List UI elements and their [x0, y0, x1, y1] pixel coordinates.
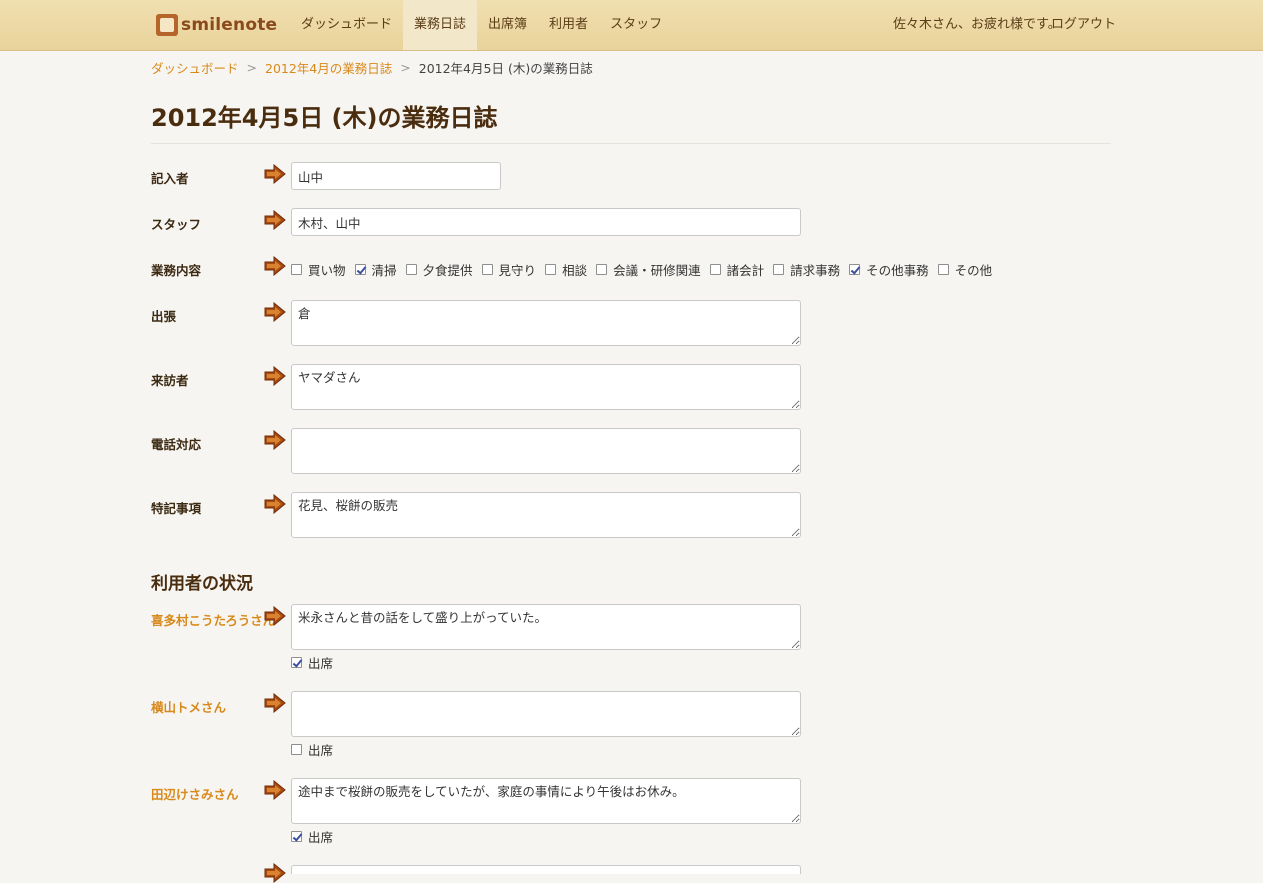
- visitor-textarea[interactable]: ヤマダさん: [291, 364, 801, 410]
- checkbox[interactable]: [291, 657, 302, 668]
- arrow-right-icon: [264, 302, 286, 322]
- task-checkbox[interactable]: 夕食提供: [405, 260, 473, 279]
- task-checkbox[interactable]: 見守り: [481, 260, 537, 279]
- arrow-right-icon: [264, 366, 286, 386]
- top-navbar: smilenote ダッシュボード 業務日誌 出席簿 利用者 スタッフ 佐々木さ…: [0, 0, 1263, 51]
- user-name: 田辺けさみさん: [151, 787, 239, 802]
- visitor-label: 来訪者: [151, 373, 189, 388]
- trip-label: 出張: [151, 309, 177, 324]
- author-label: 記入者: [151, 171, 189, 186]
- arrow-right-icon: [264, 494, 286, 514]
- task-checkbox-label: その他事務: [866, 263, 929, 278]
- breadcrumb: ダッシュボード > 2012年4月の業務日誌 > 2012年4月5日 (木)の業…: [151, 58, 593, 77]
- attendance-label: 出席: [308, 743, 334, 758]
- task-checkbox[interactable]: 諸会計: [709, 260, 765, 279]
- logout-link[interactable]: ログアウト: [1051, 0, 1116, 50]
- attendance-checkbox[interactable]: 出席: [291, 827, 333, 846]
- notes-label: 特記事項: [151, 501, 202, 516]
- main-nav: ダッシュボード 業務日誌 出席簿 利用者 スタッフ: [290, 0, 673, 50]
- breadcrumb-dashboard[interactable]: ダッシュボード: [151, 58, 239, 77]
- checkbox[interactable]: [596, 264, 608, 275]
- breadcrumb-month[interactable]: 2012年4月の業務日誌: [265, 58, 392, 77]
- task-checkbox[interactable]: 相談: [545, 260, 587, 279]
- attendance-label: 出席: [308, 656, 334, 671]
- task-checkbox[interactable]: 請求事務: [773, 260, 840, 279]
- trip-textarea[interactable]: 倉: [291, 300, 801, 346]
- user-greeting: 佐々木さん、お疲れ様です。: [893, 17, 1061, 32]
- user-name: 横山トメさん: [151, 700, 227, 715]
- arrow-right-icon: [264, 863, 286, 883]
- user-name: 喜多村こうたろうさん: [151, 613, 276, 628]
- checkbox[interactable]: [354, 264, 366, 275]
- task-checkbox-label: 会議・研修関連: [613, 263, 701, 278]
- tasks-label: 業務内容: [151, 263, 202, 278]
- breadcrumb-separator: >: [246, 60, 257, 75]
- user-note-textarea[interactable]: [291, 691, 801, 737]
- task-checkbox-label: 見守り: [498, 263, 537, 278]
- attendance-label: 出席: [308, 830, 334, 845]
- arrow-right-icon: [264, 693, 286, 713]
- task-checkbox[interactable]: 買い物: [291, 260, 346, 279]
- phone-label: 電話対応: [151, 437, 202, 452]
- user-note-textarea-partial[interactable]: [291, 865, 801, 874]
- arrow-right-icon: [264, 164, 286, 184]
- breadcrumb-current: 2012年4月5日 (木)の業務日誌: [418, 61, 593, 76]
- task-checkbox-label: 清掃: [371, 263, 397, 278]
- notes-textarea[interactable]: 花見、桜餅の販売: [291, 492, 801, 538]
- checkbox[interactable]: [291, 831, 302, 842]
- author-input[interactable]: [291, 162, 501, 190]
- user-note-textarea[interactable]: 米永さんと昔の話をして盛り上がっていた。: [291, 604, 801, 650]
- user-note-textarea[interactable]: 途中まで桜餅の販売をしていたが、家庭の事情により午後はお休み。: [291, 778, 801, 824]
- checkbox[interactable]: [481, 264, 493, 275]
- checkbox[interactable]: [291, 264, 302, 275]
- nav-users[interactable]: 利用者: [538, 0, 599, 50]
- nav-work-log[interactable]: 業務日誌: [403, 0, 478, 50]
- task-checkbox-label: 相談: [562, 263, 588, 278]
- checkbox[interactable]: [405, 264, 417, 275]
- staff-input[interactable]: [291, 208, 801, 236]
- page-title: 2012年4月5日 (木)の業務日誌: [151, 104, 498, 132]
- checkbox[interactable]: [545, 264, 557, 275]
- logo-text: smilenote: [181, 15, 278, 35]
- arrow-right-icon: [264, 256, 286, 276]
- tasks-checkbox-group: 買い物 清掃 夕食提供 見守り 相談 会議・研修関連 諸会計 請求事務 その他事…: [291, 260, 1001, 279]
- nav-staff[interactable]: スタッフ: [599, 0, 673, 50]
- task-checkbox-label: 請求事務: [790, 263, 841, 278]
- nav-dashboard[interactable]: ダッシュボード: [290, 0, 403, 50]
- users-section-title: 利用者の状況: [151, 574, 253, 594]
- title-divider: [151, 143, 1111, 144]
- attendance-checkbox[interactable]: 出席: [291, 740, 333, 759]
- staff-label: スタッフ: [151, 217, 202, 232]
- book-icon: [156, 14, 178, 36]
- task-checkbox-label: 諸会計: [726, 263, 765, 278]
- checkbox[interactable]: [709, 264, 721, 275]
- arrow-right-icon: [264, 430, 286, 450]
- task-checkbox-label: 買い物: [308, 263, 346, 278]
- task-checkbox-label: その他: [954, 263, 993, 278]
- checkbox[interactable]: [849, 264, 861, 275]
- arrow-right-icon: [264, 780, 286, 800]
- arrow-right-icon: [264, 210, 286, 230]
- task-checkbox[interactable]: その他事務: [849, 260, 929, 279]
- task-checkbox[interactable]: 会議・研修関連: [596, 260, 701, 279]
- checkbox[interactable]: [291, 744, 302, 755]
- task-checkbox[interactable]: その他: [937, 260, 993, 279]
- logo[interactable]: smilenote: [156, 12, 277, 38]
- checkbox[interactable]: [773, 264, 785, 275]
- phone-textarea[interactable]: [291, 428, 801, 474]
- checkbox[interactable]: [937, 264, 949, 275]
- task-checkbox[interactable]: 清掃: [354, 260, 397, 279]
- attendance-checkbox[interactable]: 出席: [291, 653, 333, 672]
- nav-attendance[interactable]: 出席簿: [477, 0, 538, 50]
- breadcrumb-separator: >: [400, 60, 411, 75]
- task-checkbox-label: 夕食提供: [422, 263, 473, 278]
- arrow-right-icon: [264, 606, 286, 626]
